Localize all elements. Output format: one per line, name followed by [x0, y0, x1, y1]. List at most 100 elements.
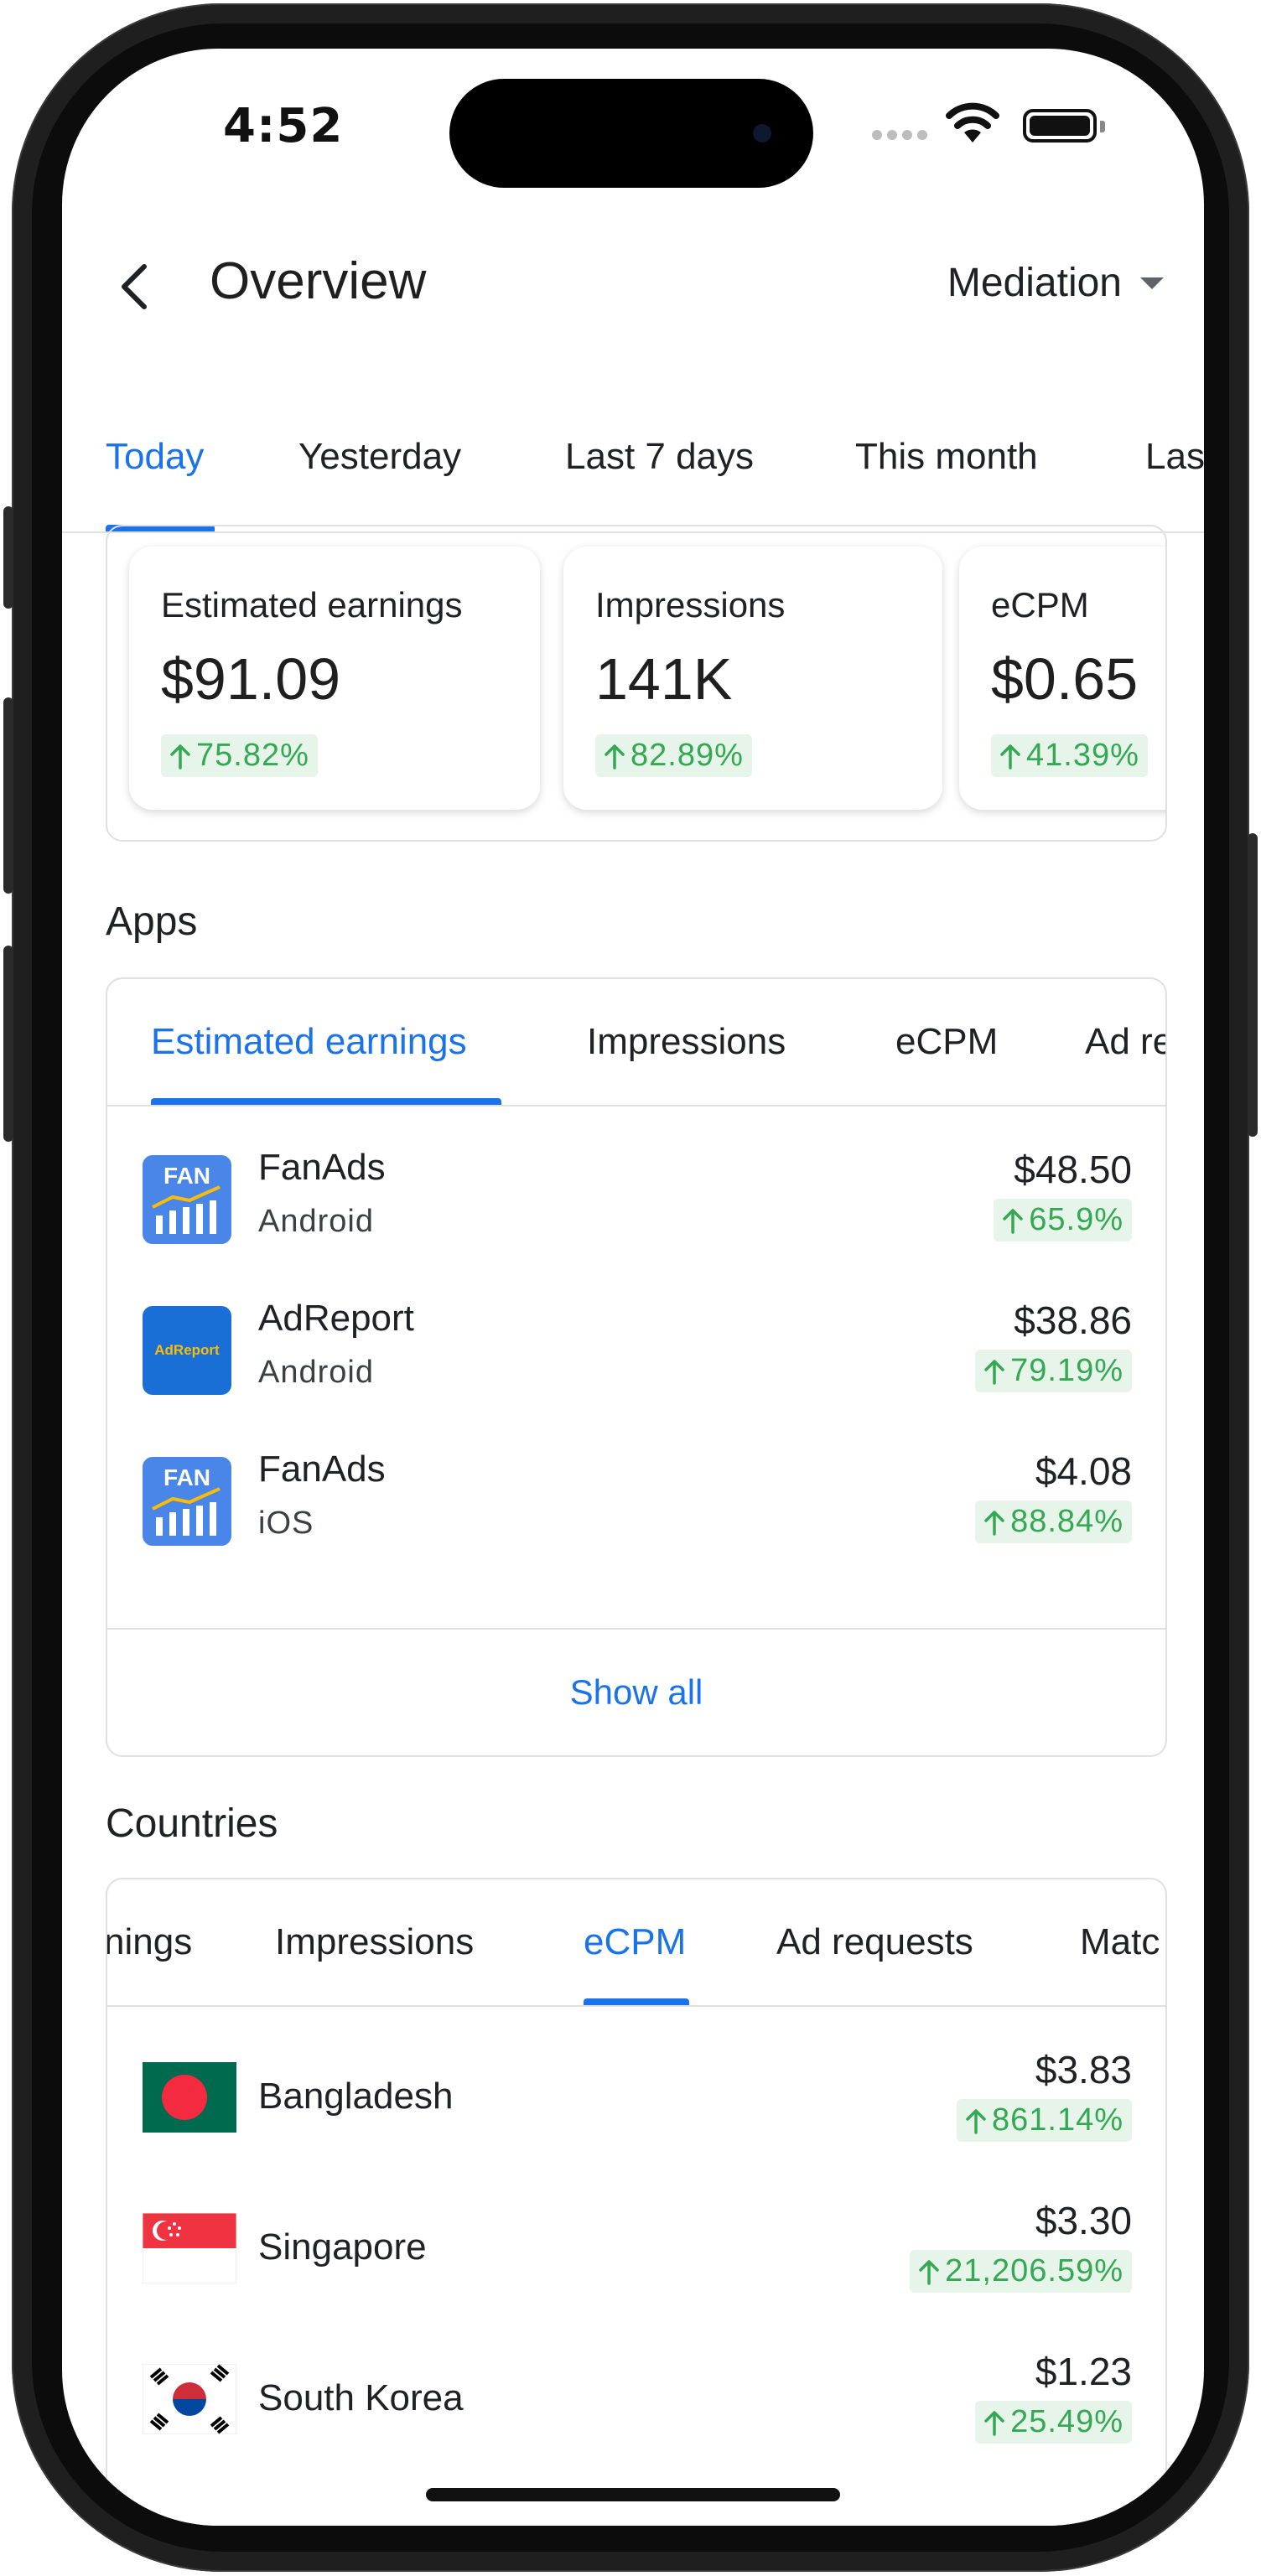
chevron-down-icon [1140, 277, 1164, 289]
arrow-up-icon [1003, 1208, 1023, 1234]
arrow-up-icon [966, 2108, 986, 2134]
tab-ecpm[interactable]: eCPM [584, 1921, 686, 1963]
fanads-icon: FAN [143, 1155, 231, 1244]
app-name: FanAds [258, 1449, 386, 1490]
tab-impressions[interactable]: Impressions [587, 1021, 786, 1063]
home-indicator[interactable] [426, 2488, 840, 2501]
country-value: $3.83 [1035, 2048, 1132, 2091]
change-badge: 82.89% [595, 734, 752, 777]
app-value: $38.86 [1014, 1298, 1132, 1342]
app-row[interactable]: FAN FanAds iOS $4.08 88.84% [107, 1428, 1165, 1571]
change-badge: 65.9% [994, 1199, 1132, 1241]
country-value: $3.30 [1035, 2199, 1132, 2242]
change-badge: 21,206.59% [910, 2250, 1132, 2293]
tab-ad-requests[interactable]: Ad requests [776, 1921, 973, 1963]
page-title: Overview [210, 252, 427, 310]
tab-impressions[interactable]: Impressions [275, 1921, 474, 1963]
arrow-up-icon [605, 744, 625, 770]
arrow-up-icon [1000, 744, 1020, 770]
app-value: $4.08 [1035, 1449, 1132, 1493]
apps-metric-tabs: Estimated earnings Impressions eCPM Ad r… [107, 979, 1165, 1107]
south-korea-flag-icon [143, 2364, 236, 2434]
date-range-tabs: Today Yesterday Last 7 days This month L… [62, 401, 1204, 533]
tab-this-month[interactable]: This month [855, 436, 1038, 478]
tab-last-month[interactable]: Las [1145, 436, 1204, 478]
side-button-volume-down [3, 946, 13, 1142]
change-badge: 88.84% [975, 1501, 1132, 1543]
svg-text:AdReport: AdReport [154, 1342, 220, 1358]
status-time: 4:52 [223, 99, 344, 153]
adreport-icon: AdReport [143, 1306, 231, 1395]
change-badge: 41.39% [991, 734, 1148, 777]
country-row[interactable]: Bangladesh $3.83 861.14% [107, 2027, 1165, 2169]
change-badge: 25.49% [975, 2401, 1132, 2444]
battery-icon [1023, 109, 1105, 143]
country-row[interactable]: Singapore $3.30 21,206.59% [107, 2178, 1165, 2320]
singapore-flag-icon [143, 2213, 236, 2283]
back-arrow-icon[interactable] [112, 262, 163, 312]
metric-estimated-earnings[interactable]: Estimated earnings $91.09 75.82% [129, 547, 540, 810]
tab-estimated-earnings[interactable]: Estimated earnings [151, 1021, 467, 1063]
app-name: FanAds [258, 1147, 386, 1188]
tab-last-7-days[interactable]: Last 7 days [565, 436, 754, 478]
app-row[interactable]: AdReport AdReport Android $38.86 79.19% [107, 1278, 1165, 1420]
metric-label: Impressions [595, 585, 786, 625]
arrow-up-icon [919, 2259, 939, 2285]
metric-value: $91.09 [161, 646, 341, 712]
app-name: AdReport [258, 1298, 414, 1339]
change-badge: 75.82% [161, 734, 318, 777]
side-button-volume-up [3, 697, 13, 894]
country-name: Bangladesh [258, 2076, 454, 2117]
show-all-link[interactable]: Show all [107, 1628, 1165, 1755]
countries-card: nings Impressions eCPM Ad requests Matc … [106, 1878, 1167, 2526]
summary-card: Estimated earnings $91.09 75.82% Impress… [106, 525, 1167, 842]
svg-text:FAN: FAN [163, 1464, 210, 1490]
country-row[interactable]: South Korea $1.23 25.49% [107, 2329, 1165, 2471]
app-header: Overview Mediation [62, 241, 1204, 325]
metric-label: eCPM [991, 585, 1089, 625]
metric-value: $0.65 [991, 646, 1139, 712]
country-value: $1.23 [1035, 2350, 1132, 2393]
app-row[interactable]: FAN FanAds Android $48.50 65.9% [107, 1127, 1165, 1269]
tab-estimated-earnings[interactable]: nings [107, 1921, 192, 1963]
country-name: Singapore [258, 2226, 427, 2268]
metric-ecpm[interactable]: eCPM $0.65 41.39% [959, 547, 1165, 810]
app-value: $48.50 [1014, 1148, 1132, 1191]
fanads-icon: FAN [143, 1457, 231, 1546]
dynamic-island [449, 79, 813, 188]
tab-ad-requests[interactable]: Ad re [1085, 1021, 1165, 1063]
change-badge: 79.19% [975, 1350, 1132, 1392]
change-badge: 861.14% [956, 2099, 1132, 2142]
mediation-dropdown[interactable]: Mediation [947, 260, 1164, 306]
wifi-icon [946, 102, 999, 143]
tab-today[interactable]: Today [106, 436, 204, 478]
app-platform: iOS [258, 1506, 314, 1541]
side-button-power [1248, 833, 1258, 1137]
app-platform: Android [258, 1355, 374, 1390]
mediation-label: Mediation [947, 261, 1122, 305]
apps-card: Estimated earnings Impressions eCPM Ad r… [106, 977, 1167, 1757]
apps-section-title: Apps [106, 899, 198, 944]
tab-yesterday[interactable]: Yesterday [298, 436, 461, 478]
tab-ecpm[interactable]: eCPM [895, 1021, 998, 1063]
screen: 4:52 Overview Mediation Today Yesterday … [62, 49, 1204, 2526]
countries-section-title: Countries [106, 1801, 278, 1846]
side-button-action [3, 506, 13, 609]
country-name: South Korea [258, 2377, 464, 2418]
arrow-up-icon [984, 1359, 1004, 1385]
arrow-up-icon [170, 744, 190, 770]
tab-match-rate[interactable]: Matc [1080, 1921, 1160, 1963]
tab-indicator [151, 1098, 501, 1105]
metric-value: 141K [595, 646, 733, 712]
svg-text:FAN: FAN [163, 1163, 210, 1189]
signal-icon [872, 129, 932, 140]
bangladesh-flag-icon [143, 2062, 236, 2133]
metric-label: Estimated earnings [161, 585, 463, 625]
metric-impressions[interactable]: Impressions 141K 82.89% [563, 547, 942, 810]
tab-indicator [584, 1998, 689, 2005]
arrow-up-icon [984, 2410, 1004, 2436]
arrow-up-icon [984, 1510, 1004, 1536]
app-platform: Android [258, 1204, 374, 1239]
status-bar: 4:52 [62, 49, 1204, 208]
camera-icon [753, 124, 771, 143]
